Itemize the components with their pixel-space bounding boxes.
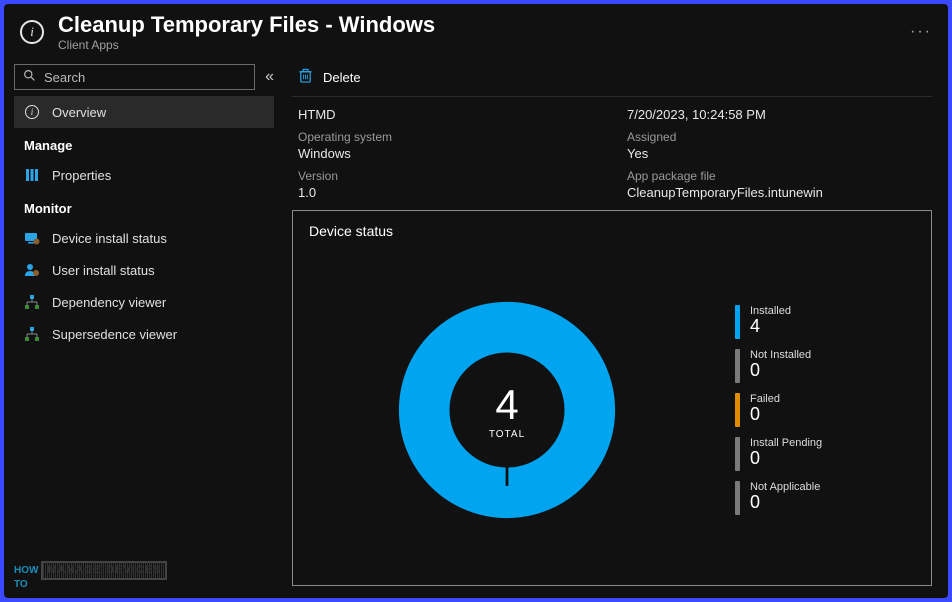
hierarchy-icon bbox=[24, 326, 40, 342]
property-cell: Assigned Yes bbox=[627, 130, 926, 161]
sidebar-item-supersedence-viewer[interactable]: Supersedence viewer bbox=[14, 318, 274, 350]
info-icon: i bbox=[20, 20, 44, 44]
donut-chart: 4 TOTAL bbox=[309, 247, 705, 573]
search-icon bbox=[23, 69, 36, 85]
legend-value: 4 bbox=[750, 317, 791, 335]
legend-value: 0 bbox=[750, 405, 780, 423]
property-value: 7/20/2023, 10:24:58 PM bbox=[627, 107, 926, 122]
device-status-panel: Device status 4 TOTAL bbox=[292, 210, 932, 586]
property-cell: 7/20/2023, 10:24:58 PM bbox=[627, 107, 926, 122]
chart-row: 4 TOTAL Installed 4 bbox=[309, 247, 915, 573]
more-menu-button[interactable]: ··· bbox=[910, 23, 932, 41]
property-cell: Version 1.0 bbox=[298, 169, 597, 200]
sidebar-item-label: Dependency viewer bbox=[52, 295, 166, 310]
donut-total-label: TOTAL bbox=[489, 429, 525, 440]
legend-color-bar bbox=[735, 349, 740, 383]
watermark-logo: HOW MANAGE DEVICES TO bbox=[14, 561, 167, 590]
property-label: Operating system bbox=[298, 130, 597, 144]
legend-color-bar bbox=[735, 305, 740, 339]
property-value: 1.0 bbox=[298, 185, 597, 200]
legend-label: Install Pending bbox=[750, 437, 822, 449]
hierarchy-icon bbox=[24, 294, 40, 310]
toolbar: Delete bbox=[292, 64, 932, 90]
legend-color-bar bbox=[735, 481, 740, 515]
sidebar-section-manage: Manage bbox=[14, 128, 274, 159]
app-body: Search « i Overview Manage Properties Mo… bbox=[4, 56, 948, 598]
property-label: Version bbox=[298, 169, 597, 183]
legend-item-failed: Failed 0 bbox=[735, 393, 915, 427]
legend-color-bar bbox=[735, 393, 740, 427]
property-cell: App package file CleanupTemporaryFiles.i… bbox=[627, 169, 926, 200]
sidebar-section-monitor: Monitor bbox=[14, 191, 274, 222]
legend-label: Not Applicable bbox=[750, 481, 820, 493]
page-header: i Cleanup Temporary Files - Windows Clie… bbox=[4, 4, 948, 56]
property-cell: HTMD bbox=[298, 107, 597, 122]
sidebar-item-dependency-viewer[interactable]: Dependency viewer bbox=[14, 286, 274, 318]
app-window: i Cleanup Temporary Files - Windows Clie… bbox=[4, 4, 948, 598]
title-block: Cleanup Temporary Files - Windows Client… bbox=[58, 12, 896, 52]
main-content: Delete HTMD 7/20/2023, 10:24:58 PM Opera… bbox=[284, 56, 948, 598]
donut-total-value: 4 bbox=[495, 381, 518, 429]
panel-title: Device status bbox=[309, 223, 915, 239]
delete-button[interactable]: Delete bbox=[323, 70, 361, 85]
sidebar-item-label: Supersedence viewer bbox=[52, 327, 177, 342]
legend-value: 0 bbox=[750, 361, 811, 379]
page-title: Cleanup Temporary Files - Windows bbox=[58, 12, 896, 38]
page-subtitle: Client Apps bbox=[58, 38, 896, 52]
sidebar-item-label: Device install status bbox=[52, 231, 167, 246]
sidebar-item-device-install-status[interactable]: Device install status bbox=[14, 222, 274, 254]
sidebar-item-label: User install status bbox=[52, 263, 155, 278]
legend-item-not-installed: Not Installed 0 bbox=[735, 349, 915, 383]
search-placeholder: Search bbox=[44, 70, 85, 85]
chart-legend: Installed 4 Not Installed 0 bbox=[735, 305, 915, 515]
sidebar-item-label: Overview bbox=[52, 105, 106, 120]
properties-icon bbox=[24, 167, 40, 183]
property-cell: Operating system Windows bbox=[298, 130, 597, 161]
property-label: Assigned bbox=[627, 130, 926, 144]
legend-item-installed: Installed 4 bbox=[735, 305, 915, 339]
divider bbox=[292, 96, 932, 97]
property-label: App package file bbox=[627, 169, 926, 183]
sidebar-item-overview[interactable]: i Overview bbox=[14, 96, 274, 128]
legend-value: 0 bbox=[750, 449, 822, 467]
legend-item-install-pending: Install Pending 0 bbox=[735, 437, 915, 471]
collapse-sidebar-button[interactable]: « bbox=[265, 68, 274, 86]
sidebar-item-properties[interactable]: Properties bbox=[14, 159, 274, 191]
property-value: CleanupTemporaryFiles.intunewin bbox=[627, 185, 926, 200]
legend-item-not-applicable: Not Applicable 0 bbox=[735, 481, 915, 515]
property-value: HTMD bbox=[298, 107, 597, 122]
info-icon: i bbox=[24, 104, 40, 120]
properties-grid: HTMD 7/20/2023, 10:24:58 PM Operating sy… bbox=[292, 105, 932, 210]
delete-icon bbox=[298, 68, 313, 86]
sidebar-item-label: Properties bbox=[52, 168, 111, 183]
legend-color-bar bbox=[735, 437, 740, 471]
sidebar: Search « i Overview Manage Properties Mo… bbox=[4, 56, 284, 598]
device-icon bbox=[24, 230, 40, 246]
search-input[interactable]: Search bbox=[14, 64, 255, 90]
property-value: Yes bbox=[627, 146, 926, 161]
legend-value: 0 bbox=[750, 493, 820, 511]
user-icon bbox=[24, 262, 40, 278]
sidebar-item-user-install-status[interactable]: User install status bbox=[14, 254, 274, 286]
property-value: Windows bbox=[298, 146, 597, 161]
